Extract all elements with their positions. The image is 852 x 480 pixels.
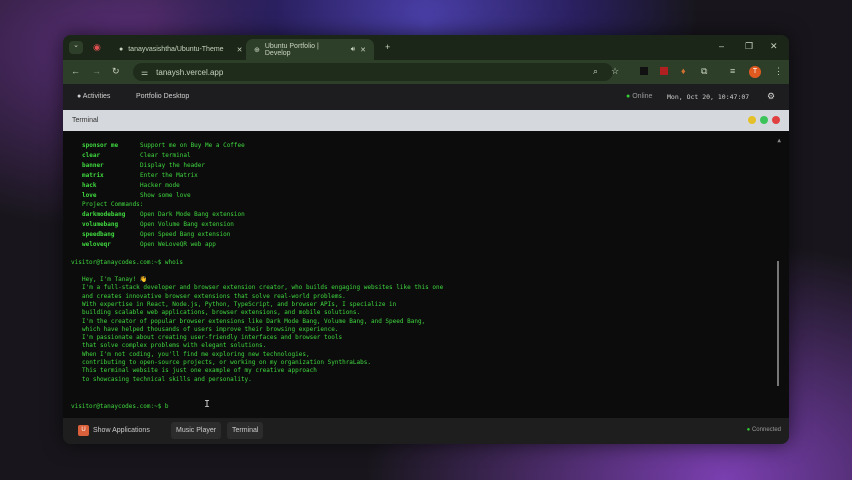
command-description: Clear terminal	[140, 152, 191, 159]
command-description: Show some love	[140, 192, 191, 199]
command-description: Display the header	[140, 162, 206, 169]
page-title: Portfolio Desktop	[136, 93, 190, 100]
clock: Mon, Oct 20, 10:47:07	[667, 93, 750, 101]
menu-icon[interactable]: ⋮	[774, 66, 783, 77]
speaker-icon: 🔊︎	[350, 45, 356, 53]
maximize-button[interactable]	[760, 116, 768, 124]
command-name: matrix	[82, 172, 104, 179]
scrollbar[interactable]	[777, 261, 779, 386]
ubuntu-icon: U	[78, 425, 89, 436]
current-prompt: visitor@tanaycodes.com:~$ b	[71, 403, 169, 410]
command-name: weloveqr	[82, 241, 111, 248]
site-info-icon[interactable]: ⚌	[141, 68, 148, 77]
close-tab-icon[interactable]: ✕	[237, 46, 243, 54]
command-description: Hacker mode	[140, 182, 180, 189]
command-name: banner	[82, 162, 104, 169]
activities-button[interactable]: ● Activities	[77, 93, 110, 100]
minimize-button[interactable]	[748, 116, 756, 124]
command-name: sponsor me	[82, 142, 119, 149]
command-name: darkmodebang	[82, 211, 126, 218]
reload-icon[interactable]: ↻	[112, 66, 120, 77]
command-description: Open Speed Bang extension	[140, 231, 231, 238]
prompt-line: visitor@tanaycodes.com:~$ whois	[71, 259, 183, 266]
media-control-icon[interactable]: ≡	[730, 66, 735, 76]
command-description: Open Volume Bang extension	[140, 221, 234, 228]
bookmark-star-icon[interactable]: ☆	[611, 66, 619, 77]
profile-avatar[interactable]: T	[749, 66, 761, 78]
command-name: speedbang	[82, 231, 115, 238]
desktop-top-bar: ● Activities Portfolio Desktop ● Online …	[63, 84, 789, 110]
show-applications-button[interactable]: U Show Applications	[73, 422, 155, 439]
tab-bar: ⌄ ◉ ● tanayvasishtha/Ubuntu-Theme ✕ ⊕ Ubunt…	[63, 35, 789, 60]
output-line: building scalable web applications, brow…	[82, 309, 361, 317]
output-line: With expertise in React, Node.js, Python…	[82, 300, 397, 308]
taskbar: U Show Applications Music Player Terminal…	[63, 418, 789, 444]
extensions-puzzle-icon[interactable]: ⧉	[701, 66, 707, 77]
scroll-up-icon[interactable]: ▲	[777, 137, 781, 144]
terminal-titlebar: Terminal	[63, 110, 789, 131]
restore-icon[interactable]: ❐	[745, 41, 753, 52]
close-button[interactable]	[772, 116, 780, 124]
output-line: which have helped thousands of users imp…	[82, 325, 339, 333]
new-tab-icon[interactable]: +	[385, 42, 390, 52]
command-name: volumebang	[82, 221, 119, 228]
settings-gear-icon[interactable]: ⚙	[767, 91, 775, 102]
output-line: This terminal website is just one exampl…	[82, 367, 317, 375]
close-tab-icon[interactable]: ✕	[360, 46, 366, 54]
command-description: Open WeLoveQR web app	[140, 241, 216, 248]
terminal-title: Terminal	[72, 117, 99, 124]
section-header: Project Commands:	[82, 201, 144, 208]
github-icon: ●	[119, 46, 124, 53]
back-icon[interactable]: ←	[71, 66, 80, 76]
command-name: clear	[82, 152, 101, 159]
tab-github[interactable]: ● tanayvasishtha/Ubuntu-Theme ✕	[111, 39, 250, 60]
output-line: contributing to open-source projects, or…	[82, 359, 371, 366]
zoom-icon[interactable]: ⌕	[593, 66, 598, 77]
text-cursor-icon: I	[204, 399, 211, 410]
browser-toolbar: ← → ↻ ⚌ tanaysh.vercel.app ⌕ ☆ ♦ ⧉ ≡ T ⋮	[63, 60, 789, 84]
command-description: Enter the Matrix	[140, 172, 198, 179]
extension-icon[interactable]	[640, 67, 648, 75]
extension-icon[interactable]	[660, 67, 668, 75]
recording-icon[interactable]: ◉	[93, 42, 101, 53]
taskbar-terminal[interactable]: Terminal	[227, 422, 264, 439]
command-name: love	[82, 192, 97, 199]
command-name: hack	[82, 182, 97, 189]
tab-portfolio[interactable]: ⊕ Ubuntu Portfolio | Develop 🔊︎ ✕	[246, 39, 374, 60]
output-line: to showcasing technical skills and perso…	[82, 375, 252, 383]
output-line: Hey, I'm Tanay! 👋	[82, 276, 148, 283]
output-line: I'm the creator of popular browser exten…	[82, 317, 426, 325]
globe-icon: ⊕	[254, 46, 260, 54]
output-line: When I'm not coding, you'll find me expl…	[82, 350, 310, 358]
address-bar[interactable]: ⚌ tanaysh.vercel.app	[133, 63, 613, 81]
extension-icon[interactable]: ♦	[681, 66, 686, 76]
terminal-output[interactable]: ▲ sponsor me Support me on Buy Me a Coffe…	[63, 131, 789, 418]
command-description: Support me on Buy Me a Coffee	[140, 142, 245, 149]
output-line: and creates innovative browser extension…	[82, 292, 346, 300]
command-description: Open Dark Mode Bang extension	[140, 211, 245, 218]
status-dot-icon: ●	[746, 427, 751, 433]
output-line: I'm a full-stack developer and browser e…	[82, 284, 444, 292]
tab-search-icon[interactable]: ⌄	[69, 41, 83, 54]
taskbar-music-player[interactable]: Music Player	[171, 422, 222, 439]
online-status: ● Online	[626, 93, 653, 100]
minimize-icon[interactable]: –	[719, 41, 724, 51]
status-dot-icon: ●	[626, 93, 631, 100]
connection-status: ● Connected	[746, 427, 781, 433]
forward-icon[interactable]: →	[92, 66, 101, 76]
browser-window: ⌄ ◉ ● tanayvasishtha/Ubuntu-Theme ✕ ⊕ Ubunt…	[63, 35, 789, 444]
output-line: I'm passionate about creating user-frien…	[82, 334, 343, 342]
output-line: that solve complex problems with elegant…	[82, 342, 267, 350]
close-window-icon[interactable]: ✕	[770, 41, 778, 52]
